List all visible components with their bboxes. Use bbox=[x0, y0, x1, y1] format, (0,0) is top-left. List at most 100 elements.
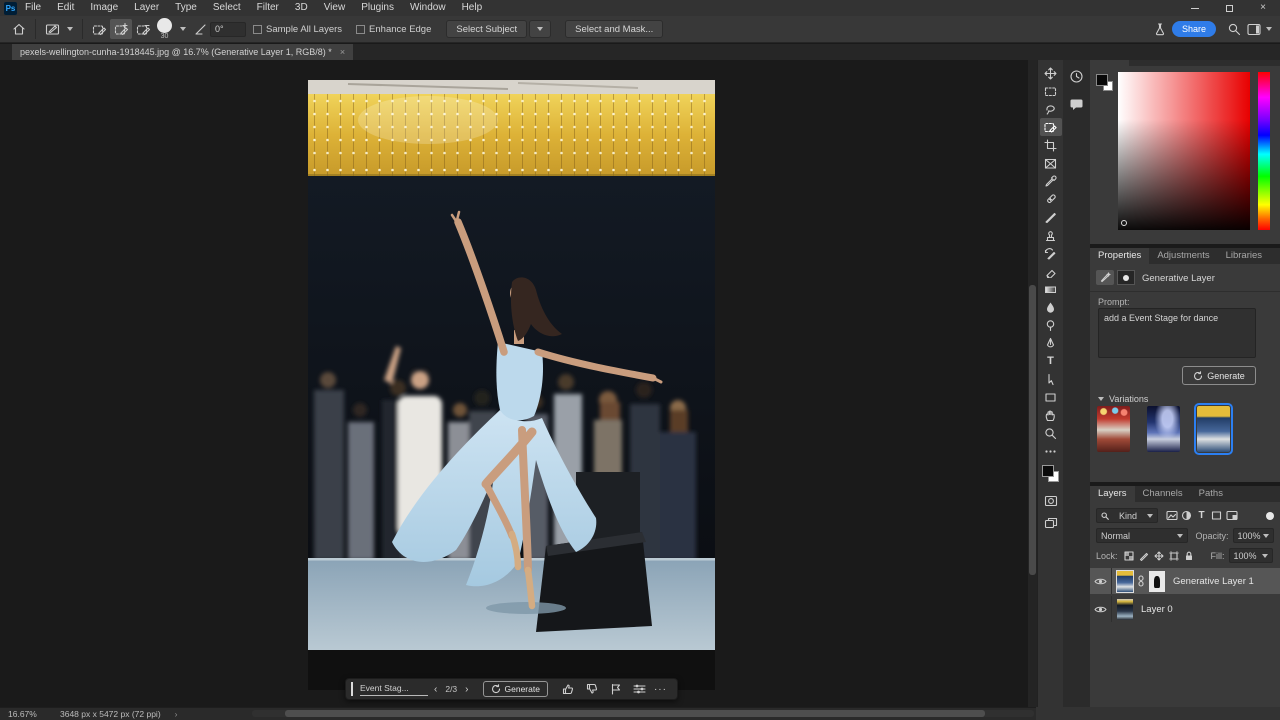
marquee-tool[interactable] bbox=[1040, 82, 1062, 100]
preset-caret-icon[interactable] bbox=[67, 27, 73, 31]
edit-toolbar-button[interactable] bbox=[1040, 442, 1062, 460]
variation-thumbnail-3-selected[interactable] bbox=[1197, 406, 1230, 452]
zoom-tool[interactable] bbox=[1040, 424, 1062, 442]
selection-brush-tool[interactable] bbox=[1040, 118, 1062, 136]
selection-mode-subtract[interactable] bbox=[132, 19, 154, 39]
healing-brush-tool[interactable] bbox=[1040, 190, 1062, 208]
tab-layers[interactable]: Layers bbox=[1090, 486, 1135, 502]
close-button[interactable]: × bbox=[1246, 0, 1280, 16]
taskbar-drag-handle[interactable] bbox=[351, 682, 353, 696]
filter-shape-layers-button[interactable] bbox=[1209, 509, 1224, 523]
hue-slider[interactable] bbox=[1258, 72, 1270, 230]
taskbar-more-button[interactable]: ··· bbox=[652, 684, 673, 695]
search-icon[interactable] bbox=[1227, 22, 1241, 36]
blend-mode-select[interactable]: Normal bbox=[1096, 528, 1188, 543]
tab-channels[interactable]: Channels bbox=[1135, 486, 1191, 502]
layer-name[interactable]: Layer 0 bbox=[1141, 604, 1173, 615]
foreground-color-swatch[interactable] bbox=[1042, 465, 1054, 477]
shape-tool[interactable] bbox=[1040, 388, 1062, 406]
horizontal-scrollbar[interactable] bbox=[252, 710, 1034, 717]
pen-tool[interactable] bbox=[1040, 334, 1062, 352]
prompt-textarea[interactable]: add a Event Stage for dance bbox=[1098, 308, 1256, 358]
workspace-icon[interactable] bbox=[1247, 23, 1262, 36]
select-subject-dropdown[interactable] bbox=[529, 20, 551, 38]
history-brush-tool[interactable] bbox=[1040, 244, 1062, 262]
generate-button-taskbar[interactable]: Generate bbox=[483, 681, 548, 697]
gradient-tool[interactable] bbox=[1040, 280, 1062, 298]
hand-tool[interactable] bbox=[1040, 406, 1062, 424]
tab-adjustments[interactable]: Adjustments bbox=[1149, 248, 1217, 264]
beta-flask-icon[interactable] bbox=[1153, 22, 1167, 36]
home-button[interactable] bbox=[8, 19, 30, 39]
fill-input[interactable]: 100% bbox=[1229, 548, 1273, 563]
clone-stamp-tool[interactable] bbox=[1040, 226, 1062, 244]
sample-all-layers-checkbox[interactable]: Sample All Layers bbox=[253, 24, 342, 35]
tab-paths[interactable]: Paths bbox=[1191, 486, 1231, 502]
tab-close-icon[interactable]: × bbox=[340, 47, 345, 57]
menu-help[interactable]: Help bbox=[454, 0, 491, 16]
layer-visibility-toggle[interactable] bbox=[1090, 568, 1112, 594]
menu-window[interactable]: Window bbox=[402, 0, 454, 16]
lasso-tool[interactable] bbox=[1040, 100, 1062, 118]
screen-mode-button[interactable] bbox=[1040, 514, 1062, 532]
layer-thumbnail[interactable] bbox=[1117, 599, 1133, 620]
menu-type[interactable]: Type bbox=[167, 0, 205, 16]
frame-tool[interactable] bbox=[1040, 154, 1062, 172]
menu-file[interactable]: File bbox=[17, 0, 49, 16]
enhance-edge-checkbox[interactable]: Enhance Edge bbox=[356, 24, 431, 35]
menu-filter[interactable]: Filter bbox=[249, 0, 287, 16]
workspace-caret-icon[interactable] bbox=[1266, 27, 1272, 31]
prompt-input[interactable]: Event Stag... bbox=[360, 683, 428, 696]
eraser-tool[interactable] bbox=[1040, 262, 1062, 280]
blur-tool[interactable] bbox=[1040, 298, 1062, 316]
status-popup-arrow[interactable]: › bbox=[175, 709, 178, 719]
brush-tool[interactable] bbox=[1040, 208, 1062, 226]
lock-artboard-button[interactable] bbox=[1167, 549, 1182, 563]
variations-header[interactable]: Variations bbox=[1098, 394, 1148, 404]
opacity-input[interactable]: 100% bbox=[1233, 528, 1274, 543]
lock-position-button[interactable] bbox=[1152, 549, 1167, 563]
select-subject-button[interactable]: Select Subject bbox=[446, 20, 527, 38]
menu-image[interactable]: Image bbox=[82, 0, 126, 16]
next-variation-button[interactable]: › bbox=[459, 684, 474, 695]
menu-plugins[interactable]: Plugins bbox=[353, 0, 402, 16]
variation-thumbnail-2[interactable] bbox=[1147, 406, 1180, 452]
selection-mode-new[interactable] bbox=[88, 19, 110, 39]
layer-visibility-toggle[interactable] bbox=[1090, 596, 1112, 622]
document-tab[interactable]: pexels-wellington-cunha-1918445.jpg @ 16… bbox=[12, 44, 353, 60]
foreground-color-swatch[interactable] bbox=[1096, 74, 1108, 86]
type-tool[interactable]: T bbox=[1040, 352, 1062, 370]
select-and-mask-button[interactable]: Select and Mask... bbox=[565, 20, 663, 38]
vertical-scrollbar[interactable] bbox=[1028, 60, 1037, 707]
foreground-background-swatches[interactable] bbox=[1041, 464, 1061, 484]
selection-mode-add[interactable] bbox=[110, 19, 132, 39]
document-image[interactable] bbox=[308, 80, 715, 690]
quick-mask-button[interactable] bbox=[1040, 492, 1062, 510]
menu-select[interactable]: Select bbox=[205, 0, 249, 16]
previous-variation-button[interactable]: ‹ bbox=[428, 684, 443, 695]
menu-3d[interactable]: 3D bbox=[287, 0, 316, 16]
layer-row-background[interactable]: Layer 0 bbox=[1090, 596, 1280, 622]
crop-tool[interactable] bbox=[1040, 136, 1062, 154]
history-panel-button[interactable] bbox=[1067, 66, 1087, 86]
minimize-button[interactable] bbox=[1178, 0, 1212, 16]
lock-pixels-button[interactable] bbox=[1137, 549, 1152, 563]
brush-size-caret-icon[interactable] bbox=[180, 27, 186, 31]
maximize-button[interactable] bbox=[1212, 0, 1246, 16]
lock-all-button[interactable] bbox=[1182, 549, 1197, 563]
variation-thumbnail-1[interactable] bbox=[1097, 406, 1130, 452]
lock-transparency-button[interactable] bbox=[1122, 549, 1137, 563]
taskbar-settings-button[interactable] bbox=[628, 681, 652, 697]
menu-layer[interactable]: Layer bbox=[126, 0, 167, 16]
vertical-scrollbar-thumb[interactable] bbox=[1029, 285, 1036, 575]
color-marker[interactable] bbox=[1121, 220, 1127, 226]
move-tool[interactable] bbox=[1040, 64, 1062, 82]
photoshop-logo-icon[interactable]: Ps bbox=[4, 2, 17, 15]
layer-filter-select[interactable]: Kind bbox=[1096, 508, 1158, 523]
rate-good-button[interactable] bbox=[556, 681, 580, 697]
dodge-tool[interactable] bbox=[1040, 316, 1062, 334]
angle-input[interactable]: 0° bbox=[210, 22, 246, 37]
zoom-level-field[interactable]: 16.67% bbox=[8, 709, 50, 719]
layer-thumbnail[interactable] bbox=[1117, 571, 1133, 592]
eyedropper-tool[interactable] bbox=[1040, 172, 1062, 190]
